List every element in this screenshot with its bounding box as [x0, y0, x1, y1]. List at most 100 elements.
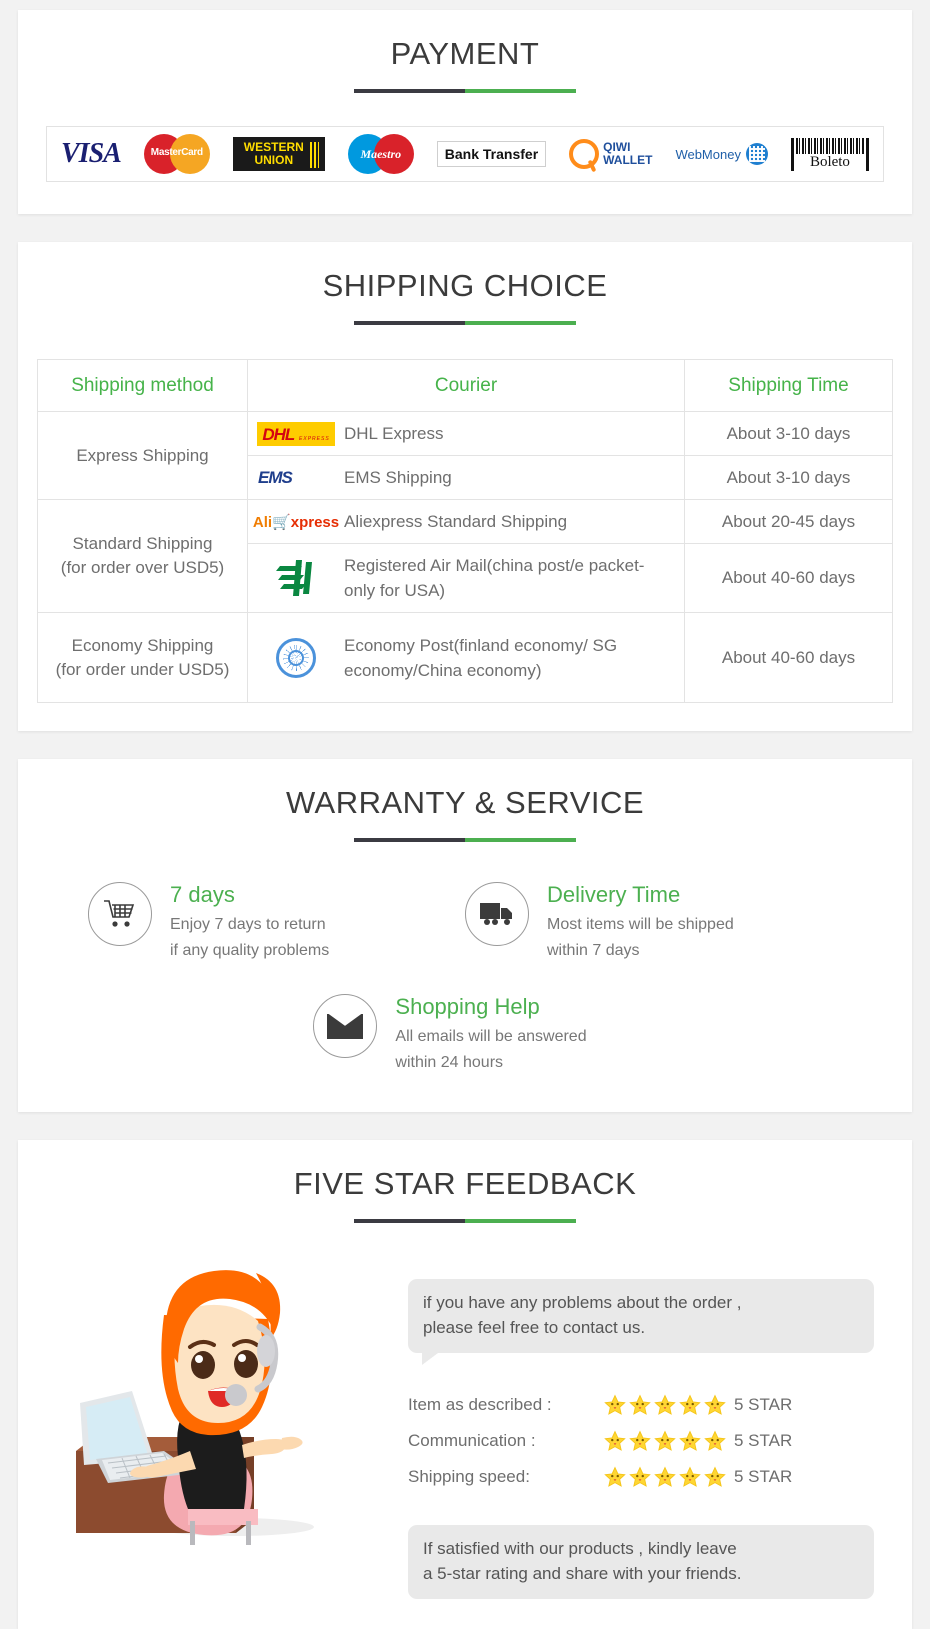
warranty-item-line1: Enjoy 7 days to return — [170, 916, 326, 933]
rating-score: 5 STAR — [734, 1467, 793, 1486]
courier-ems-cell: EMS EMS Shipping — [247, 455, 685, 500]
feedback-section: FIVE STAR FEEDBACK if you have any probl… — [18, 1140, 912, 1629]
warranty-title-rule — [354, 838, 576, 842]
courier-economy-post-cell: Economy Post(finland economy/ SG economy… — [247, 612, 685, 703]
rating-label: Item as described : — [408, 1395, 552, 1414]
star-icon — [704, 1394, 726, 1415]
payment-logo-visa: VISA — [61, 138, 122, 170]
shipping-table: Shipping method Courier Shipping Time Ex… — [37, 359, 893, 703]
shipping-time: About 20-45 days — [684, 499, 893, 544]
warranty-item-line1: Most items will be shipped — [547, 916, 734, 933]
payment-logo-western-union: WESTERN UNION — [232, 137, 325, 171]
warranty-item-line2: if any quality problems — [170, 942, 330, 959]
table-row: Economy Shipping (for order under USD5) … — [37, 612, 893, 703]
warranty-item-text: 7 days Enjoy 7 days to return if any qua… — [170, 882, 329, 964]
courier-name: Economy Post(finland economy/ SG economy… — [344, 635, 618, 680]
feedback-body: if you have any problems about the order… — [18, 1255, 912, 1599]
rating-rows: Item as described : 5 STAR Communication… — [408, 1387, 874, 1495]
payment-title-rule — [354, 89, 576, 93]
star-icon — [629, 1466, 651, 1487]
star-icon — [654, 1430, 676, 1451]
star-icon — [679, 1394, 701, 1415]
qiwi-text: QIWI WALLET — [603, 141, 652, 167]
warranty-title: WARRANTY & SERVICE — [285, 785, 645, 820]
mastercard-icon: MasterCard — [143, 134, 210, 174]
webmoney-icon: WebMoney — [675, 143, 768, 165]
star-icon — [679, 1430, 701, 1451]
rating-row-shipping-speed: Shipping speed: 5 STAR — [408, 1459, 874, 1495]
star-icon — [604, 1466, 626, 1487]
method-line1: Standard Shipping — [72, 534, 213, 553]
rule-green-half — [465, 321, 576, 325]
warranty-item-line2: within 24 hours — [395, 1054, 504, 1071]
warranty-item-title: Shopping Help — [395, 994, 540, 1019]
star-icon — [679, 1466, 701, 1487]
envelope-icon — [313, 994, 378, 1058]
dhl-logo-text: DHL — [262, 424, 295, 444]
warranty-item-text: Shopping Help All emails will be answere… — [395, 994, 586, 1076]
star-icon — [629, 1430, 651, 1451]
shipping-time: About 40-60 days — [684, 612, 893, 703]
courier-name: Aliexpress Standard Shipping — [344, 512, 568, 531]
warranty-item-title: 7 days — [170, 882, 235, 907]
qiwi-ring-icon — [569, 139, 600, 169]
western-union-icon: WESTERN UNION — [232, 137, 325, 171]
header-courier: Courier — [247, 359, 685, 412]
star-icon — [604, 1394, 626, 1415]
payment-methods-strip: VISA MasterCard WESTERN UNION Maestro Ba — [46, 126, 884, 182]
qiwi-line1: QIWI — [603, 140, 631, 154]
table-row: Standard Shipping (for order over USD5) … — [37, 499, 893, 613]
aliexpress-logo-text-b: xpress — [290, 513, 340, 531]
payment-logo-qiwi-wallet: QIWI WALLET — [569, 139, 652, 169]
rating-score: 5 STAR — [734, 1431, 793, 1450]
rule-green-half — [465, 838, 576, 842]
webmoney-label: WebMoney — [675, 146, 741, 162]
courier-china-post-cell: Registered Air Mail(china post/e packet-… — [247, 543, 685, 613]
warranty-section: WARRANTY & SERVICE 7 days Enjoy 7 days t… — [18, 759, 912, 1112]
feedback-details: if you have any problems about the order… — [408, 1255, 912, 1599]
warranty-item-line1: All emails will be answered — [395, 1028, 587, 1045]
mastercard-label: MasterCard — [150, 147, 203, 158]
barcode-icon — [795, 137, 864, 154]
rule-dark-half — [354, 1219, 465, 1223]
payment-logo-bank-transfer: Bank Transfer — [436, 141, 547, 167]
qiwi-icon: QIWI WALLET — [569, 139, 652, 169]
feedback-title: FIVE STAR FEEDBACK — [293, 1166, 637, 1201]
boleto-label: Boleto — [809, 153, 850, 170]
header-shipping-time: Shipping Time — [684, 359, 893, 412]
rating-label: Communication : — [408, 1431, 536, 1450]
header-shipping-method: Shipping method — [37, 359, 248, 412]
warranty-item-text: Delivery Time Most items will be shipped… — [547, 882, 734, 964]
dhl-logo-subtext: EXPRESS — [299, 435, 330, 442]
ems-logo-text: EMS — [258, 467, 293, 487]
warranty-items: 7 days Enjoy 7 days to return if any qua… — [88, 882, 842, 1076]
bubble-line2: a 5-star rating and share with your frie… — [423, 1564, 742, 1583]
courier-name: DHL Express — [344, 424, 444, 443]
courier-name: Registered Air Mail(china post/e packet-… — [344, 556, 645, 600]
dhl-logo-icon: DHL EXPRESS — [248, 421, 344, 446]
warranty-item-title: Delivery Time — [547, 882, 681, 907]
visa-label: VISA — [61, 138, 122, 169]
method-standard-shipping: Standard Shipping (for order over USD5) — [37, 499, 248, 613]
table-row: Express Shipping DHL EXPRESS DHL Express… — [37, 411, 893, 500]
rating-score: 5 STAR — [734, 1395, 793, 1414]
warranty-item-returns: 7 days Enjoy 7 days to return if any qua… — [88, 882, 465, 964]
rating-row-communication: Communication : 5 STAR — [408, 1423, 874, 1459]
rule-green-half — [465, 1219, 576, 1223]
method-line1: Economy Shipping — [71, 635, 214, 655]
warranty-item-line2: within 7 days — [547, 942, 640, 959]
shipping-table-header-row: Shipping method Courier Shipping Time — [37, 359, 893, 412]
star-icon — [629, 1394, 651, 1415]
method-express-shipping: Express Shipping — [37, 411, 248, 500]
courier-dhl-cell: DHL EXPRESS DHL Express — [247, 411, 685, 456]
method-line2: (for order under USD5) — [55, 659, 230, 679]
star-rating — [604, 1430, 734, 1452]
shipping-title: SHIPPING CHOICE — [322, 268, 608, 303]
bubble-line2: please feel free to contact us. — [423, 1318, 646, 1337]
rating-row-item-as-described: Item as described : 5 STAR — [408, 1387, 874, 1423]
ems-logo-icon: EMS — [248, 468, 344, 488]
shipping-time: About 3-10 days — [684, 411, 893, 456]
payment-logo-mastercard: MasterCard — [143, 134, 210, 174]
qiwi-line2: WALLET — [603, 153, 653, 167]
method-line2: (for order over USD5) — [60, 558, 225, 577]
